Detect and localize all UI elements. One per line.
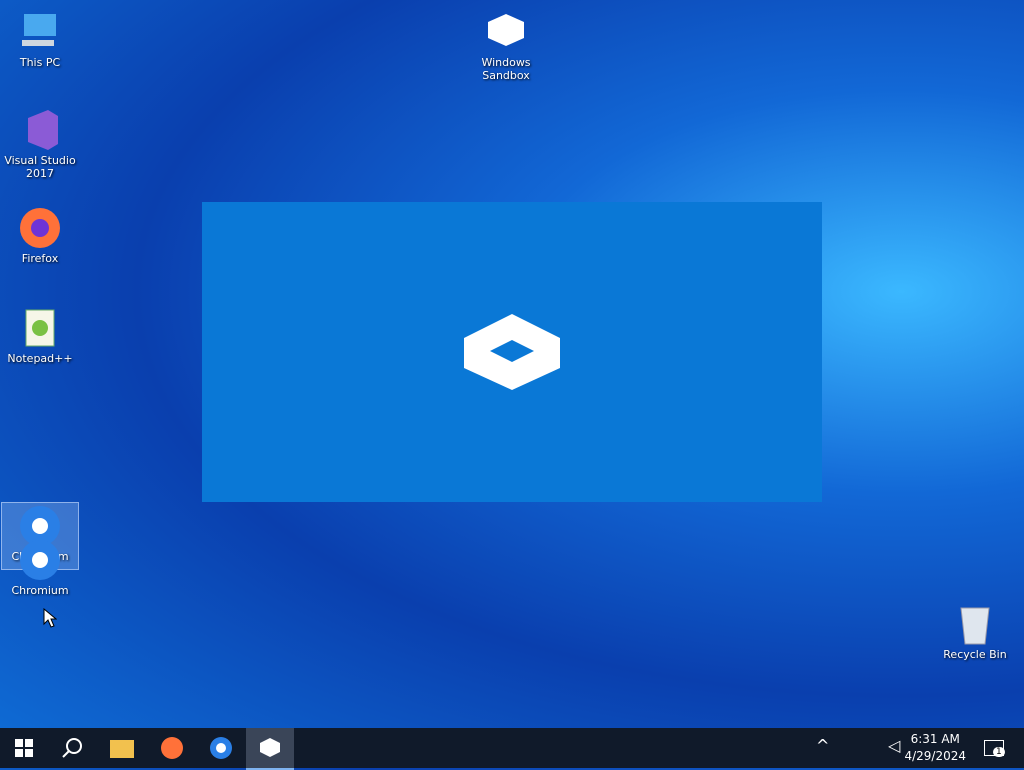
- desktop-icon-visual-studio[interactable]: Visual Studio 2017: [2, 108, 78, 180]
- visual-studio-icon: [18, 108, 62, 152]
- chromium-icon: [210, 737, 232, 759]
- taskbar-file-explorer[interactable]: [98, 728, 146, 768]
- firefox-icon: [18, 206, 62, 250]
- desktop-icon-chromium-dragged[interactable]: Chromium: [2, 538, 78, 597]
- desktop-icon-notepad-plus-plus[interactable]: Notepad++: [2, 306, 78, 365]
- notification-count-badge: 1: [993, 747, 1005, 757]
- desktop-icon-firefox[interactable]: Firefox: [2, 206, 78, 265]
- firefox-icon: [161, 737, 183, 759]
- sandbox-logo-icon: [464, 314, 560, 390]
- sandbox-splash-window: [202, 202, 822, 502]
- taskbar-firefox[interactable]: [148, 728, 196, 768]
- time: 6:31 AM: [910, 732, 960, 746]
- label: Notepad++: [7, 352, 73, 365]
- desktop-icon-windows-sandbox[interactable]: Windows Sandbox: [468, 10, 544, 82]
- sandbox-icon: [484, 10, 528, 54]
- desktop-icon-recycle-bin[interactable]: Recycle Bin: [937, 602, 1013, 661]
- taskbar-windows-sandbox[interactable]: [246, 728, 294, 770]
- label: Windows Sandbox: [481, 56, 531, 82]
- notepad-plus-plus-icon: [18, 306, 62, 350]
- desktop-icon-this-pc[interactable]: This PC: [2, 10, 78, 69]
- show-hidden-icons-chevron-icon[interactable]: ^: [816, 736, 829, 755]
- computer-icon: [18, 10, 62, 54]
- label: Recycle Bin: [943, 648, 1007, 661]
- speaker-muted-icon[interactable]: ◁: [888, 736, 900, 755]
- search-icon: [62, 738, 82, 758]
- start-button[interactable]: [0, 728, 48, 768]
- taskbar-chromium[interactable]: [197, 728, 245, 768]
- label: This PC: [19, 56, 61, 69]
- label: Visual Studio 2017: [4, 154, 76, 180]
- date: 4/29/2024: [904, 749, 966, 763]
- action-center-button[interactable]: 1: [984, 740, 1005, 757]
- folder-icon: [110, 740, 134, 758]
- search-button[interactable]: [48, 728, 96, 768]
- sandbox-icon: [260, 738, 280, 757]
- chromium-icon: [18, 538, 62, 582]
- taskbar: ^ ◁ 6:31 AM 4/29/2024 1: [0, 728, 1024, 770]
- label: Chromium: [11, 584, 69, 597]
- recycle-bin-icon: [953, 602, 997, 646]
- windows-logo-icon: [15, 739, 33, 757]
- mouse-cursor-icon: [43, 607, 58, 632]
- clock[interactable]: 6:31 AM 4/29/2024: [904, 731, 966, 765]
- label: Firefox: [21, 252, 59, 265]
